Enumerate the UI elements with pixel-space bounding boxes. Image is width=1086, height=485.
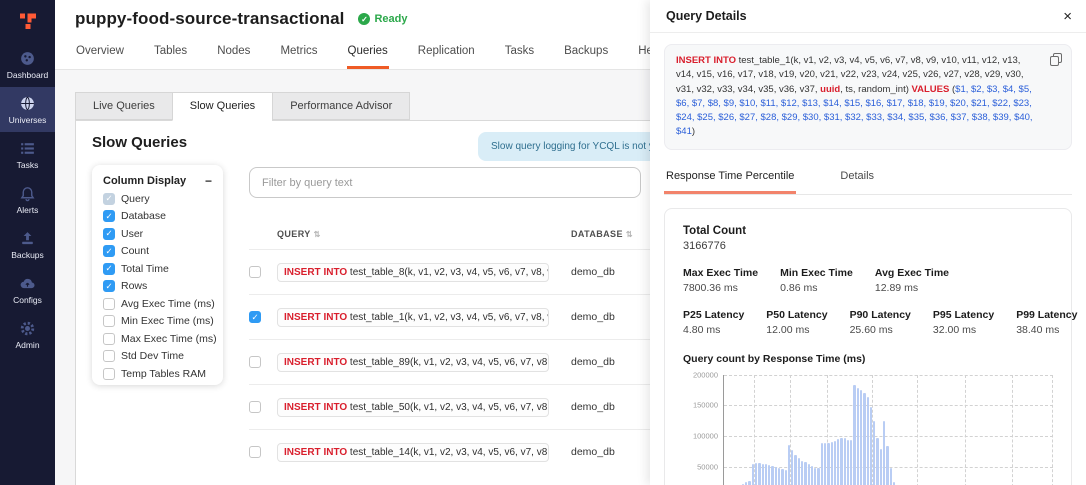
chart-y-axis: 050000100000150000200000	[683, 375, 723, 485]
sort-icon: ⇅	[314, 230, 321, 239]
checkbox[interactable]	[103, 210, 115, 222]
metric: Max Exec Time7800.36 ms	[683, 267, 758, 294]
exec-metrics-row: Max Exec Time7800.36 ms Min Exec Time0.86…	[683, 267, 1053, 294]
query-filter-input[interactable]	[249, 167, 641, 198]
sidebar: DashboardUniversesTasksAlertsBackupsConf…	[0, 0, 55, 485]
sidebar-item-tasks[interactable]: Tasks	[0, 132, 55, 177]
universe-title: puppy-food-source-transactional	[75, 9, 344, 29]
alerts-icon	[19, 185, 36, 202]
column-option: Min Exec Time (ms)	[103, 315, 212, 327]
column-option: Rows	[103, 280, 212, 292]
checkbox[interactable]	[103, 280, 115, 292]
column-option: Count	[103, 245, 212, 257]
checkbox[interactable]	[103, 333, 115, 345]
admin-icon	[19, 320, 36, 337]
column-option: Database	[103, 210, 212, 222]
query-column-header[interactable]: QUERY⇅	[277, 229, 563, 239]
details-tabs: Response Time Percentile Details	[664, 163, 1072, 195]
copy-icon[interactable]	[1050, 53, 1062, 66]
sort-icon: ⇅	[626, 230, 633, 239]
sidebar-item-backups[interactable]: Backups	[0, 222, 55, 267]
status-badge: ✓ Ready	[358, 13, 407, 25]
row-checkbox[interactable]	[249, 266, 261, 278]
tasks-icon	[19, 140, 36, 157]
row-checkbox[interactable]	[249, 401, 261, 413]
total-count-value: 3166776	[683, 240, 1053, 252]
query-text: INSERT INTO test_table_89(k, v1, v2, v3,…	[277, 353, 549, 372]
query-text: INSERT INTO test_table_1(k, v1, v2, v3, …	[277, 308, 549, 327]
query-text: INSERT INTO test_table_14(k, v1, v2, v3,…	[277, 443, 549, 462]
tab-backups[interactable]: Backups	[563, 39, 609, 69]
tab-replication[interactable]: Replication	[417, 39, 476, 69]
column-option: User	[103, 228, 212, 240]
response-time-histogram: 050000100000150000200000 (1.5,1.6](3.8,4…	[683, 375, 1053, 485]
checkbox[interactable]	[103, 350, 115, 362]
subtab-performance-advisor[interactable]: Performance Advisor	[272, 92, 410, 120]
universes-icon	[19, 95, 36, 112]
checkbox[interactable]	[103, 228, 115, 240]
column-display-title: Column Display	[103, 175, 186, 187]
column-option: Total Time	[103, 263, 212, 275]
column-options: Query Database User Count Total Time Rows Avg …	[103, 193, 212, 380]
backups-icon	[19, 230, 36, 247]
tab-metrics[interactable]: Metrics	[279, 39, 318, 69]
details-tab-response-time-percentile[interactable]: Response Time Percentile	[664, 163, 796, 194]
column-option: Query	[103, 193, 212, 205]
checkbox[interactable]	[103, 368, 115, 380]
column-option: Temp Tables RAM	[103, 368, 212, 380]
row-checkbox[interactable]	[249, 356, 261, 368]
sidebar-item-admin[interactable]: Admin	[0, 312, 55, 357]
metric: P90 Latency25.60 ms	[850, 309, 911, 336]
chart-title: Query count by Response Time (ms)	[683, 353, 1053, 365]
query-text: INSERT INTO test_table_50(k, v1, v2, v3,…	[277, 398, 549, 417]
metric: P50 Latency12.00 ms	[766, 309, 827, 336]
details-tab-details[interactable]: Details	[838, 163, 876, 194]
metric: Avg Exec Time12.89 ms	[875, 267, 949, 294]
row-checkbox[interactable]	[249, 446, 261, 458]
checkbox[interactable]	[103, 263, 115, 275]
close-icon[interactable]: ×	[1063, 9, 1072, 24]
dashboard-icon	[19, 50, 36, 67]
column-option: Std Dev Time	[103, 350, 212, 362]
tab-nodes[interactable]: Nodes	[216, 39, 251, 69]
checkbox[interactable]	[103, 193, 115, 205]
query-details-title: Query Details	[666, 9, 747, 23]
sidebar-item-configs[interactable]: Configs	[0, 267, 55, 312]
sidebar-item-universes[interactable]: Universes	[0, 87, 55, 132]
collapse-icon[interactable]: −	[205, 175, 212, 187]
checkbox[interactable]	[103, 245, 115, 257]
histogram-bars	[725, 375, 1053, 485]
app-root: DashboardUniversesTasksAlertsBackupsConf…	[0, 0, 1086, 485]
chart-plot-area: (1.5,1.6](3.8,4.0](9.6,10.4](28.8,32.0](…	[723, 375, 1053, 485]
latency-metrics-row: P25 Latency4.80 ms P50 Latency12.00 ms P90…	[683, 309, 1053, 336]
yugabyte-logo-icon[interactable]	[0, 0, 55, 42]
query-text: INSERT INTO test_table_8(k, v1, v2, v3, …	[277, 263, 549, 282]
tab-tasks[interactable]: Tasks	[504, 39, 535, 69]
percentile-card: Total Count 3166776 Max Exec Time7800.36…	[664, 208, 1072, 485]
tab-queries[interactable]: Queries	[347, 39, 389, 69]
sql-text: INSERT INTO test_table_1(k, v1, v2, v3, …	[676, 55, 1033, 137]
total-count-label: Total Count	[683, 225, 1053, 237]
query-details-panel: Query Details × INSERT INTO test_table_1…	[650, 0, 1086, 485]
configs-icon	[19, 275, 36, 292]
metric: P95 Latency32.00 ms	[933, 309, 994, 336]
metric: P25 Latency4.80 ms	[683, 309, 744, 336]
checkbox[interactable]	[103, 298, 115, 310]
tab-tables[interactable]: Tables	[153, 39, 188, 69]
column-option: Max Exec Time (ms)	[103, 333, 212, 345]
sidebar-nav: DashboardUniversesTasksAlertsBackupsConf…	[0, 42, 55, 357]
tab-overview[interactable]: Overview	[75, 39, 125, 69]
column-display-card: Column Display − Query Database User Count T…	[92, 165, 223, 385]
column-option: Avg Exec Time (ms)	[103, 298, 212, 310]
ready-check-icon: ✓	[358, 13, 370, 25]
subtab-slow-queries[interactable]: Slow Queries	[172, 92, 272, 121]
subtab-live-queries[interactable]: Live Queries	[75, 92, 172, 120]
metric: Min Exec Time0.86 ms	[780, 267, 853, 294]
metric: P99 Latency38.40 ms	[1016, 309, 1077, 336]
sidebar-item-dashboard[interactable]: Dashboard	[0, 42, 55, 87]
row-checkbox[interactable]	[249, 311, 261, 323]
sidebar-item-alerts[interactable]: Alerts	[0, 177, 55, 222]
checkbox[interactable]	[103, 315, 115, 327]
sql-statement: INSERT INTO test_table_1(k, v1, v2, v3, …	[664, 44, 1072, 150]
